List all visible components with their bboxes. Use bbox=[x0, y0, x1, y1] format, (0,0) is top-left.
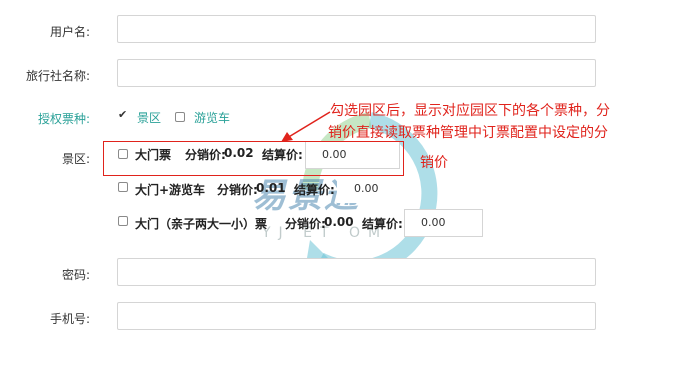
ticket-name: 大门+游览车 bbox=[135, 183, 206, 197]
ticket-checkbox[interactable] bbox=[118, 182, 128, 192]
highlight-box bbox=[103, 141, 404, 176]
username-label: 用户名: bbox=[49, 25, 90, 39]
settle-price-input[interactable]: 0.00 bbox=[337, 175, 399, 203]
tour-bus-option-label: 游览车 bbox=[194, 111, 231, 125]
annotation-arrow bbox=[281, 111, 331, 142]
phone-field[interactable] bbox=[117, 302, 596, 330]
username-field[interactable] bbox=[117, 15, 596, 43]
auth-ticket-type-label: 授权票种: bbox=[37, 112, 90, 126]
ticket-checkbox[interactable] bbox=[118, 216, 128, 226]
settle-price-input[interactable]: 0.00 bbox=[404, 209, 483, 237]
settle-price-label: 结算价: bbox=[294, 183, 335, 197]
password-label: 密码: bbox=[61, 268, 90, 282]
dist-price-label: 分销价: bbox=[285, 217, 326, 231]
agency-name-field[interactable] bbox=[117, 59, 596, 87]
annotation-line-1: 勾选园区后，显示对应园区下的各个票种，分 bbox=[330, 103, 610, 119]
agency-name-label: 旅行社名称: bbox=[25, 69, 90, 83]
scenic-checkbox[interactable] bbox=[118, 108, 128, 122]
phone-label: 手机号: bbox=[49, 312, 90, 326]
scenic-option-label: 景区 bbox=[137, 111, 162, 125]
dist-price-value: 0.00 bbox=[324, 215, 354, 229]
annotation-line-2: 销价直接读取票种管理中订票配置中设定的分 bbox=[328, 125, 608, 141]
scenic-label: 景区: bbox=[61, 152, 90, 166]
password-field[interactable] bbox=[117, 258, 596, 286]
dist-price-value: 0.01 bbox=[256, 181, 286, 195]
settle-price-label: 结算价: bbox=[362, 217, 403, 231]
tour-bus-checkbox[interactable] bbox=[175, 112, 185, 122]
annotation-line-3: 销价 bbox=[420, 155, 448, 171]
dist-price-label: 分销价: bbox=[217, 183, 258, 197]
ticket-name: 大门（亲子两大一小）票 bbox=[135, 217, 268, 231]
